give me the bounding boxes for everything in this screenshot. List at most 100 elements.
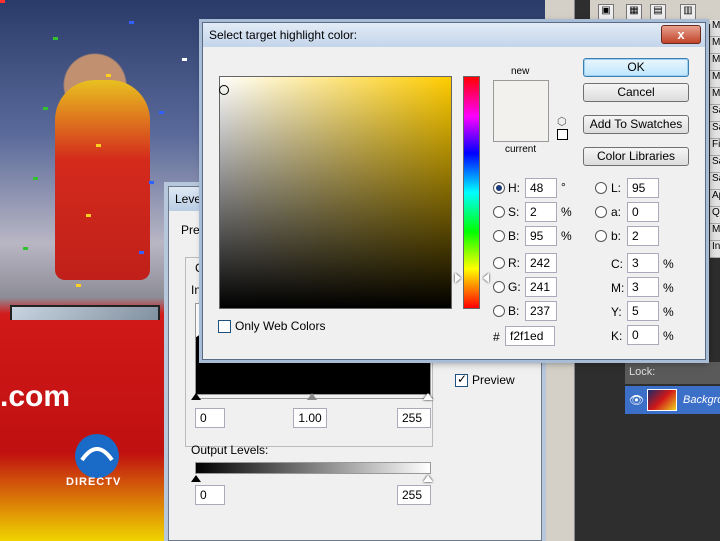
side-list: M M M M M Sa Sa Fil Sa Sa Ap Q M In bbox=[710, 20, 720, 258]
hex-input[interactable]: f2f1ed bbox=[505, 326, 555, 346]
blue-radio[interactable] bbox=[493, 305, 505, 317]
panel-icon[interactable]: ▥ bbox=[680, 4, 696, 20]
hex-label: # bbox=[493, 330, 500, 344]
panel-icon[interactable]: ▣ bbox=[598, 4, 614, 20]
m-unit: % bbox=[663, 281, 674, 295]
side-list-item[interactable]: M bbox=[710, 88, 720, 105]
preset-label: Pre bbox=[181, 223, 200, 237]
a-radio[interactable] bbox=[595, 206, 607, 218]
close-button[interactable]: x bbox=[661, 25, 701, 44]
side-list-item[interactable]: Sa bbox=[710, 156, 720, 173]
eye-icon[interactable]: 👁 bbox=[629, 393, 644, 407]
side-list-item[interactable]: Sa bbox=[710, 122, 720, 139]
current-color-label: current bbox=[505, 144, 537, 155]
confetti bbox=[96, 144, 101, 147]
b-label: B: bbox=[508, 229, 520, 243]
only-web-colors-row[interactable]: Only Web Colors bbox=[218, 319, 325, 333]
h-input[interactable]: 48 bbox=[525, 178, 557, 198]
color-libraries-button[interactable]: Color Libraries bbox=[583, 147, 689, 166]
layer-thumbnail bbox=[647, 389, 677, 411]
side-list-item[interactable]: M bbox=[710, 224, 720, 241]
confetti bbox=[159, 111, 164, 114]
m-input[interactable]: 3 bbox=[627, 277, 659, 297]
confetti bbox=[86, 214, 91, 217]
layer-row-background[interactable]: 👁 Backgro bbox=[625, 386, 720, 414]
a-input[interactable]: 0 bbox=[627, 202, 659, 222]
input-black-field[interactable]: 0 bbox=[195, 408, 225, 428]
input-white-handle[interactable] bbox=[423, 393, 433, 400]
layer-name: Backgro bbox=[683, 394, 720, 406]
ok-button[interactable]: OK bbox=[583, 58, 689, 77]
side-list-item[interactable]: M bbox=[710, 37, 720, 54]
only-web-colors-label: Only Web Colors bbox=[235, 319, 326, 333]
confetti bbox=[23, 247, 28, 250]
picker-titlebar[interactable]: Select target highlight color: bbox=[203, 23, 705, 47]
r-radio[interactable] bbox=[493, 257, 505, 269]
lock-label: Lock: bbox=[629, 366, 656, 378]
output-levels-label: Output Levels: bbox=[191, 443, 269, 457]
r-label: R: bbox=[508, 256, 520, 270]
car-com-text: .com bbox=[0, 380, 71, 413]
side-list-item[interactable]: M bbox=[710, 54, 720, 71]
color-field[interactable] bbox=[219, 76, 452, 309]
y-input[interactable]: 5 bbox=[627, 301, 659, 321]
b-unit: % bbox=[561, 229, 572, 243]
s-input[interactable]: 2 bbox=[525, 202, 557, 222]
side-list-item[interactable]: Sa bbox=[710, 105, 720, 122]
directv-text: DIRECTV bbox=[66, 476, 122, 488]
input-black-handle[interactable] bbox=[191, 393, 201, 400]
lab-b-input[interactable]: 2 bbox=[627, 226, 659, 246]
hue-arrow-left[interactable] bbox=[455, 273, 461, 283]
b-radio[interactable] bbox=[493, 230, 505, 242]
preview-checkbox[interactable] bbox=[455, 372, 468, 387]
input-gamma-handle[interactable] bbox=[307, 393, 317, 400]
hue-slider[interactable] bbox=[463, 76, 480, 309]
panel-icon[interactable]: ▦ bbox=[626, 4, 642, 20]
panel-icon[interactable]: ▤ bbox=[650, 4, 666, 20]
cube-icon[interactable]: ⬡ bbox=[557, 115, 567, 128]
c-input[interactable]: 3 bbox=[627, 253, 659, 273]
preview-label: Preview bbox=[472, 373, 515, 387]
web-safe-icon[interactable] bbox=[557, 129, 568, 140]
l-radio[interactable] bbox=[595, 182, 607, 194]
blue-input[interactable]: 237 bbox=[525, 301, 557, 321]
current-color-swatch[interactable] bbox=[493, 112, 549, 142]
s-radio[interactable] bbox=[493, 206, 505, 218]
r-input[interactable]: 242 bbox=[525, 253, 557, 273]
input-gamma-field[interactable]: 1.00 bbox=[293, 408, 327, 428]
cancel-button[interactable]: Cancel bbox=[583, 83, 689, 102]
new-color-swatch bbox=[493, 80, 549, 112]
preview-row[interactable]: Preview bbox=[455, 372, 515, 387]
input-white-field[interactable]: 255 bbox=[397, 408, 431, 428]
side-list-item[interactable]: Sa bbox=[710, 173, 720, 190]
side-list-item[interactable]: M bbox=[710, 71, 720, 88]
b-input[interactable]: 95 bbox=[525, 226, 557, 246]
h-label: H: bbox=[508, 181, 520, 195]
side-list-item[interactable]: Q bbox=[710, 207, 720, 224]
add-to-swatches-button[interactable]: Add To Swatches bbox=[583, 115, 689, 134]
g-input[interactable]: 241 bbox=[525, 277, 557, 297]
output-white-field[interactable]: 255 bbox=[397, 485, 431, 505]
confetti bbox=[182, 58, 187, 61]
k-input[interactable]: 0 bbox=[627, 325, 659, 345]
output-black-handle[interactable] bbox=[191, 475, 201, 482]
lab-b-radio[interactable] bbox=[595, 230, 607, 242]
color-field-cursor[interactable] bbox=[219, 85, 229, 95]
panel-toolbar: ▣ ▦ ▤ ▥ bbox=[590, 0, 720, 24]
h-radio[interactable] bbox=[493, 182, 505, 194]
only-web-colors-checkbox[interactable] bbox=[218, 319, 231, 333]
side-list-item[interactable]: In bbox=[710, 241, 720, 258]
confetti bbox=[129, 21, 134, 24]
l-input[interactable]: 95 bbox=[627, 178, 659, 198]
side-list-item[interactable]: Fil bbox=[710, 139, 720, 156]
g-radio[interactable] bbox=[493, 281, 505, 293]
confetti bbox=[33, 177, 38, 180]
side-list-item[interactable]: M bbox=[710, 20, 720, 37]
driver-figure bbox=[55, 80, 150, 280]
output-black-field[interactable]: 0 bbox=[195, 485, 225, 505]
color-picker-dialog: Select target highlight color: x new cur… bbox=[202, 22, 706, 360]
hue-arrow-right[interactable] bbox=[483, 273, 489, 283]
side-list-item[interactable]: Ap bbox=[710, 190, 720, 207]
output-white-handle[interactable] bbox=[423, 475, 433, 482]
confetti bbox=[0, 0, 5, 3]
